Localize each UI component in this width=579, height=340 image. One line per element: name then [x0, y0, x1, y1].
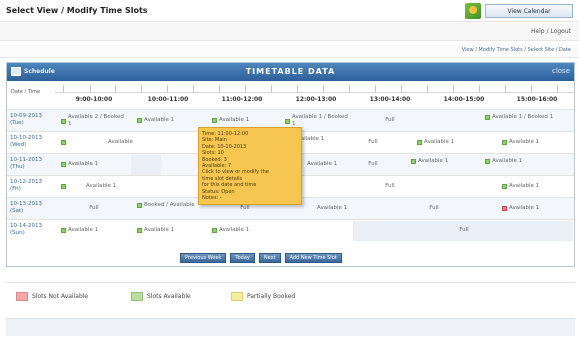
footer-bar — [6, 318, 575, 336]
previous-week-button[interactable]: Previous Week — [180, 253, 227, 263]
row-date[interactable]: 10-09-2013 (Tue) — [10, 113, 50, 127]
time-slot-cell[interactable]: Full — [353, 183, 427, 190]
time-slot-cell[interactable]: Available 1 / Booked 1 — [285, 114, 351, 128]
time-slot-cell[interactable]: Available 1 — [502, 183, 572, 190]
time-slot-tooltip: Time: 11:00-12:00 Site: Main Date: 10-10-… — [198, 127, 302, 205]
date-time-header: Date / Time — [11, 89, 41, 95]
time-slot-header: 15:00-16:00 — [516, 96, 558, 103]
time-slot-cell[interactable]: Available 1 — [212, 117, 278, 124]
legend-item: Slots Available — [131, 292, 191, 301]
time-slot-cell[interactable]: Full — [427, 227, 501, 234]
time-slot-cell[interactable]: Available 1 — [417, 139, 487, 146]
legend: Slots Not Available Slots Available Part… — [6, 282, 575, 310]
row-date[interactable]: 10-13-2013 (Sat) — [10, 201, 50, 215]
row-date[interactable]: 10-10-2013 (Wed) — [10, 135, 50, 149]
time-slot-cell[interactable]: Full — [353, 117, 427, 124]
time-slot-cell[interactable]: Available 1 — [61, 161, 127, 168]
legend-item: Partially Booked — [231, 292, 295, 301]
time-slot-header: 13:00-14:00 — [369, 96, 411, 103]
help-logout-link[interactable]: Help / Logout — [531, 28, 571, 35]
time-slot-cell[interactable]: Available 2 / Booked 1 — [61, 114, 127, 128]
time-slot-header: 12:00-13:00 — [295, 96, 337, 103]
row-date[interactable]: 10-12-2013 (Fri) — [10, 179, 50, 193]
timetable-panel: Schedule TIMETABLE DATA close Date / Tim… — [6, 62, 575, 267]
time-slot-cell[interactable]: Available 1 — [502, 205, 572, 212]
legend-swatch — [16, 292, 28, 301]
panel-title: TIMETABLE DATA — [245, 67, 336, 76]
row-date[interactable]: 10-14-2013 (Sun) — [10, 223, 50, 237]
time-slot-cell[interactable]: Available 1 — [61, 227, 127, 234]
time-slot-header: 11:00-12:00 — [221, 96, 263, 103]
legend-swatch — [231, 292, 243, 301]
logo-icon — [465, 3, 481, 19]
time-slot-cell[interactable]: Available — [61, 139, 191, 146]
panel-close-link[interactable]: close — [552, 67, 570, 75]
today-button[interactable]: Today — [230, 253, 255, 263]
time-slot-cell[interactable]: Available 1 — [411, 158, 481, 165]
time-slot-cell[interactable]: Full — [397, 205, 471, 212]
time-slot-cell[interactable]: Full — [212, 205, 278, 212]
time-slot-header: 9:00-10:00 — [75, 96, 113, 103]
add-time-slot-button[interactable]: Add New Time Slot — [284, 253, 342, 263]
legend-swatch — [131, 292, 143, 301]
time-slot-cell[interactable]: Available 1 — [61, 183, 161, 190]
time-slot-cell[interactable]: Available 1 — [485, 158, 555, 165]
time-slot-cell[interactable]: Available 1 — [212, 227, 278, 234]
time-slot-cell[interactable]: Available 1 — [502, 139, 572, 146]
time-slot-cell[interactable]: Available 1 — [137, 117, 203, 124]
time-ruler — [55, 81, 574, 93]
table-row: 10-14-2013 (Sun) Available 1 Available 1… — [7, 219, 574, 241]
next-button[interactable]: Next — [258, 253, 281, 263]
row-date[interactable]: 10-11-2013 (Thu) — [10, 157, 50, 171]
time-slot-cell[interactable]: Available 1 — [317, 205, 357, 212]
panel-header: Schedule TIMETABLE DATA close — [7, 63, 574, 81]
legend-item: Slots Not Available — [16, 292, 88, 301]
time-slot-header: 10:00-11:00 — [147, 96, 189, 103]
time-slot-cell[interactable]: Full — [353, 139, 393, 146]
time-slot-cell[interactable]: Available 1 — [307, 161, 347, 168]
time-slot-cell[interactable]: Available 1 / Booked 1 — [485, 114, 555, 121]
title-bar: Select View / Modify Time Slots View Cal… — [0, 0, 579, 22]
breadcrumb[interactable]: View / Modify Time Slots / Select Site /… — [462, 47, 571, 53]
time-slot-cell[interactable]: Full — [353, 161, 393, 168]
breadcrumb-bar: View / Modify Time Slots / Select Site /… — [0, 44, 579, 58]
time-slot-cell[interactable]: Booked / Available — [137, 202, 203, 209]
view-calendar-button[interactable]: View Calendar — [485, 4, 573, 18]
time-slot-header: 14:00-15:00 — [443, 96, 485, 103]
sub-bar: Help / Logout — [0, 23, 579, 41]
app-title: Select View / Modify Time Slots — [6, 6, 148, 15]
time-slot-cell[interactable]: Full — [61, 205, 127, 212]
action-buttons: Previous Week Today Next Add New Time Sl… — [180, 253, 342, 263]
time-slot-cell[interactable]: Available 1 — [137, 227, 203, 234]
